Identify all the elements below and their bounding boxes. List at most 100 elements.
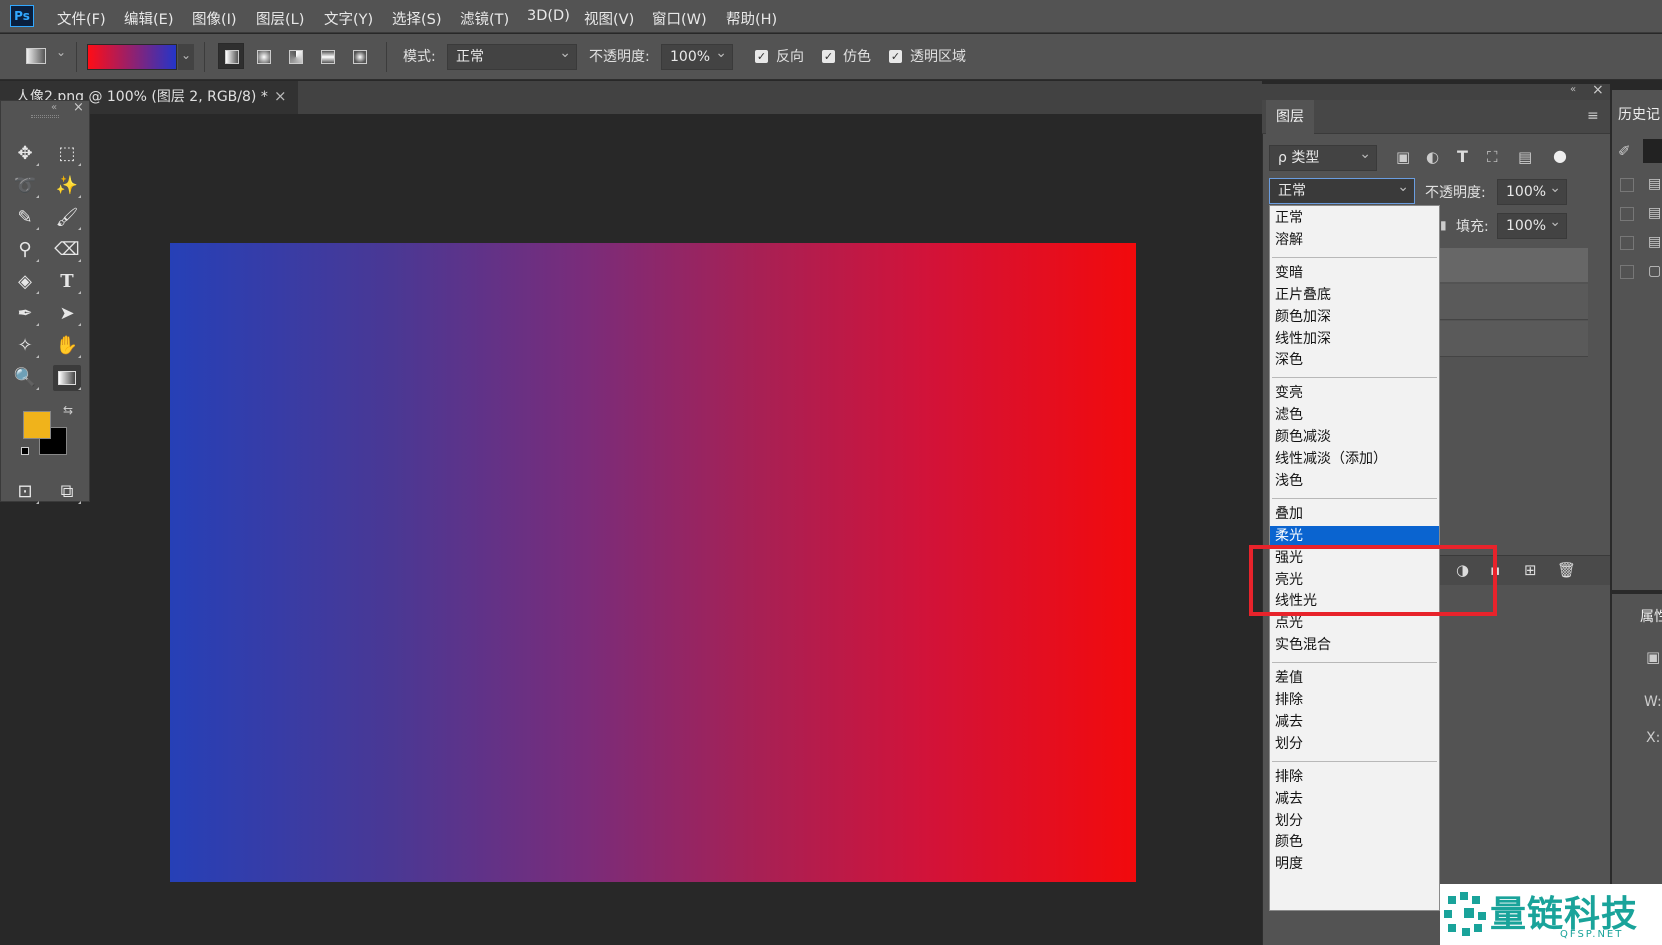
menu-window[interactable]: 窗口(W): [652, 8, 707, 29]
delete-layer-icon[interactable]: 🗑: [1557, 561, 1576, 579]
foreground-color-swatch[interactable]: [23, 411, 51, 439]
blend-mode-option[interactable]: 明度: [1270, 854, 1439, 875]
eyedropper-tool-icon[interactable]: ✎: [11, 205, 39, 231]
lasso-tool-icon[interactable]: ➰: [11, 173, 39, 199]
filter-pixel-icon[interactable]: ▣: [1396, 148, 1410, 166]
gradient-editor-swatch[interactable]: [87, 44, 177, 70]
collapse-dock-icon[interactable]: «: [1570, 84, 1576, 95]
brush-tool-icon[interactable]: 🖌: [53, 205, 81, 231]
history-checkbox[interactable]: [1620, 265, 1634, 279]
magic-wand-tool-icon[interactable]: ✨: [53, 173, 81, 199]
menu-edit[interactable]: 编辑(E): [124, 8, 173, 29]
layer-row-selected[interactable]: [1440, 248, 1588, 282]
history-checkbox[interactable]: [1620, 178, 1634, 192]
type-tool-icon[interactable]: T: [53, 269, 81, 295]
snapshot-thumbnail[interactable]: [1643, 139, 1662, 163]
close-dock-icon[interactable]: ×: [1592, 82, 1604, 98]
menu-image[interactable]: 图像(I): [192, 8, 237, 29]
history-checkbox[interactable]: [1620, 236, 1634, 250]
history-checkbox[interactable]: [1620, 207, 1634, 221]
blend-mode-option[interactable]: 排除: [1270, 767, 1439, 788]
panel-grip[interactable]: [31, 115, 59, 118]
lock-icon[interactable]: ▮: [1440, 218, 1447, 232]
blend-mode-option[interactable]: 颜色: [1270, 832, 1439, 853]
opacity-field[interactable]: 100%: [661, 41, 733, 70]
blend-mode-option[interactable]: 排除: [1270, 690, 1439, 711]
menu-type[interactable]: 文字(Y): [324, 8, 373, 29]
blend-mode-option[interactable]: 浅色: [1270, 471, 1439, 492]
blend-mode-option[interactable]: 实色混合: [1270, 635, 1439, 656]
screen-mode-icon[interactable]: ⧉: [53, 479, 81, 505]
blend-mode-option[interactable]: 点光: [1270, 613, 1439, 634]
angle-gradient-button[interactable]: [282, 43, 308, 69]
marquee-tool-icon[interactable]: ⬚: [53, 141, 81, 167]
eraser-tool-icon[interactable]: ⌫: [53, 237, 81, 263]
document-canvas[interactable]: [170, 243, 1136, 882]
layer-filter-dropdown[interactable]: ρ 类型: [1269, 142, 1377, 171]
reflected-gradient-button[interactable]: [314, 43, 340, 69]
tab-history[interactable]: 历史记: [1618, 100, 1662, 130]
menu-select[interactable]: 选择(S): [392, 8, 442, 29]
blend-mode-option[interactable]: 滤色: [1270, 405, 1439, 426]
filter-adjustment-icon[interactable]: ◐: [1426, 148, 1439, 166]
zoom-tool-icon[interactable]: 🔍: [11, 365, 39, 391]
history-state-icon[interactable]: ▤: [1648, 234, 1661, 250]
layer-row[interactable]: [1440, 284, 1588, 320]
blend-mode-option[interactable]: 划分: [1270, 811, 1439, 832]
brush-source-icon[interactable]: ✐: [1618, 142, 1631, 160]
quick-mask-icon[interactable]: ⊡: [11, 479, 39, 505]
menu-filter[interactable]: 滤镜(T): [460, 8, 509, 29]
blend-mode-option[interactable]: 变暗: [1270, 263, 1439, 284]
path-selection-tool-icon[interactable]: ➤: [53, 301, 81, 327]
swap-colors-icon[interactable]: ⇆: [63, 403, 73, 417]
pen-tool-icon[interactable]: ✒: [11, 301, 39, 327]
preset-chevron-icon[interactable]: ⌄: [56, 45, 66, 59]
new-layer-icon[interactable]: ⊞: [1524, 561, 1537, 579]
transparency-checkbox[interactable]: ✓: [889, 50, 902, 63]
history-state-icon[interactable]: ▤: [1648, 205, 1661, 221]
menu-help[interactable]: 帮助(H): [726, 8, 777, 29]
close-panel-icon[interactable]: ×: [73, 100, 84, 115]
close-tab-icon[interactable]: ×: [274, 87, 287, 105]
fill-field[interactable]: 100%: [1497, 210, 1567, 239]
paint-bucket-tool-icon[interactable]: ◈: [11, 269, 39, 295]
blend-mode-option[interactable]: 差值: [1270, 668, 1439, 689]
blend-mode-option[interactable]: 柔光: [1270, 525, 1439, 547]
stamp-tool-icon[interactable]: ⚲: [11, 237, 39, 263]
blend-mode-option[interactable]: 颜色加深: [1270, 307, 1439, 328]
hand-tool-icon[interactable]: ✋: [53, 333, 81, 359]
filter-shape-icon[interactable]: ⛶: [1487, 148, 1498, 166]
layer-row[interactable]: [1440, 321, 1588, 357]
gradient-picker-chevron-icon[interactable]: ⌄: [178, 44, 194, 70]
blend-mode-option[interactable]: 减去: [1270, 789, 1439, 810]
mode-dropdown[interactable]: 正常: [447, 41, 577, 70]
blend-mode-option[interactable]: 划分: [1270, 734, 1439, 755]
menu-layer[interactable]: 图层(L): [256, 8, 304, 29]
menu-file[interactable]: 文件(F): [57, 8, 106, 29]
blend-mode-option[interactable]: 减去: [1270, 712, 1439, 733]
blend-mode-option[interactable]: 正常: [1270, 208, 1439, 229]
blend-mode-option[interactable]: 溶解: [1270, 230, 1439, 251]
menu-view[interactable]: 视图(V): [584, 8, 634, 29]
default-colors-icon[interactable]: [21, 447, 29, 455]
history-state-icon[interactable]: ▤: [1648, 176, 1661, 192]
blend-mode-option[interactable]: 线性加深: [1270, 329, 1439, 350]
collapse-icon[interactable]: «: [51, 102, 57, 113]
blend-mode-option[interactable]: 叠加: [1270, 504, 1439, 525]
radial-gradient-button[interactable]: [250, 43, 276, 69]
properties-image-icon[interactable]: ▣: [1646, 648, 1660, 666]
move-tool-icon[interactable]: ✥: [11, 141, 39, 167]
diamond-gradient-button[interactable]: [346, 43, 372, 69]
blend-mode-option[interactable]: 颜色减淡: [1270, 427, 1439, 448]
history-state-icon[interactable]: ▢: [1648, 263, 1661, 279]
gradient-tool-preset-icon[interactable]: [26, 48, 46, 64]
reverse-checkbox[interactable]: ✓: [755, 50, 768, 63]
blend-mode-option[interactable]: 线性减淡（添加）: [1270, 449, 1439, 470]
custom-shape-tool-icon[interactable]: ✧: [11, 333, 39, 359]
menu-3d[interactable]: 3D(D): [527, 8, 570, 24]
layer-opacity-field[interactable]: 100%: [1497, 176, 1567, 205]
panel-menu-icon[interactable]: ≡: [1587, 108, 1599, 124]
blend-mode-option[interactable]: 深色: [1270, 350, 1439, 371]
filter-toggle-icon[interactable]: ●: [1553, 146, 1567, 165]
blend-mode-dropdown[interactable]: 正常: [1269, 175, 1415, 204]
